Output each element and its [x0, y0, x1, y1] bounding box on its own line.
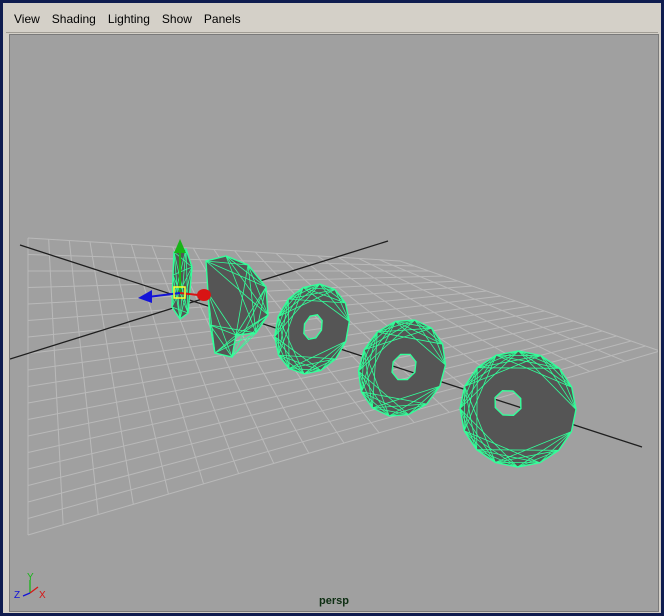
panel-menubar: View Shading Lighting Show Panels — [6, 6, 658, 33]
menu-view[interactable]: View — [10, 10, 44, 28]
axis-y-label: Y — [27, 572, 34, 583]
perspective-viewport[interactable]: Y X Z persp — [9, 34, 659, 612]
z-arrow-icon[interactable] — [138, 290, 152, 303]
viewport-panel-window: View Shading Lighting Show Panels Y X Z … — [0, 0, 664, 616]
menu-show[interactable]: Show — [158, 10, 196, 28]
x-arrow-icon[interactable] — [197, 289, 211, 301]
y-arrow-icon[interactable] — [174, 239, 186, 253]
menu-lighting[interactable]: Lighting — [104, 10, 154, 28]
menu-shading[interactable]: Shading — [48, 10, 100, 28]
camera-name-label: persp — [319, 595, 349, 607]
menu-panels[interactable]: Panels — [200, 10, 245, 28]
viewport-scene: Y X Z — [10, 237, 658, 601]
